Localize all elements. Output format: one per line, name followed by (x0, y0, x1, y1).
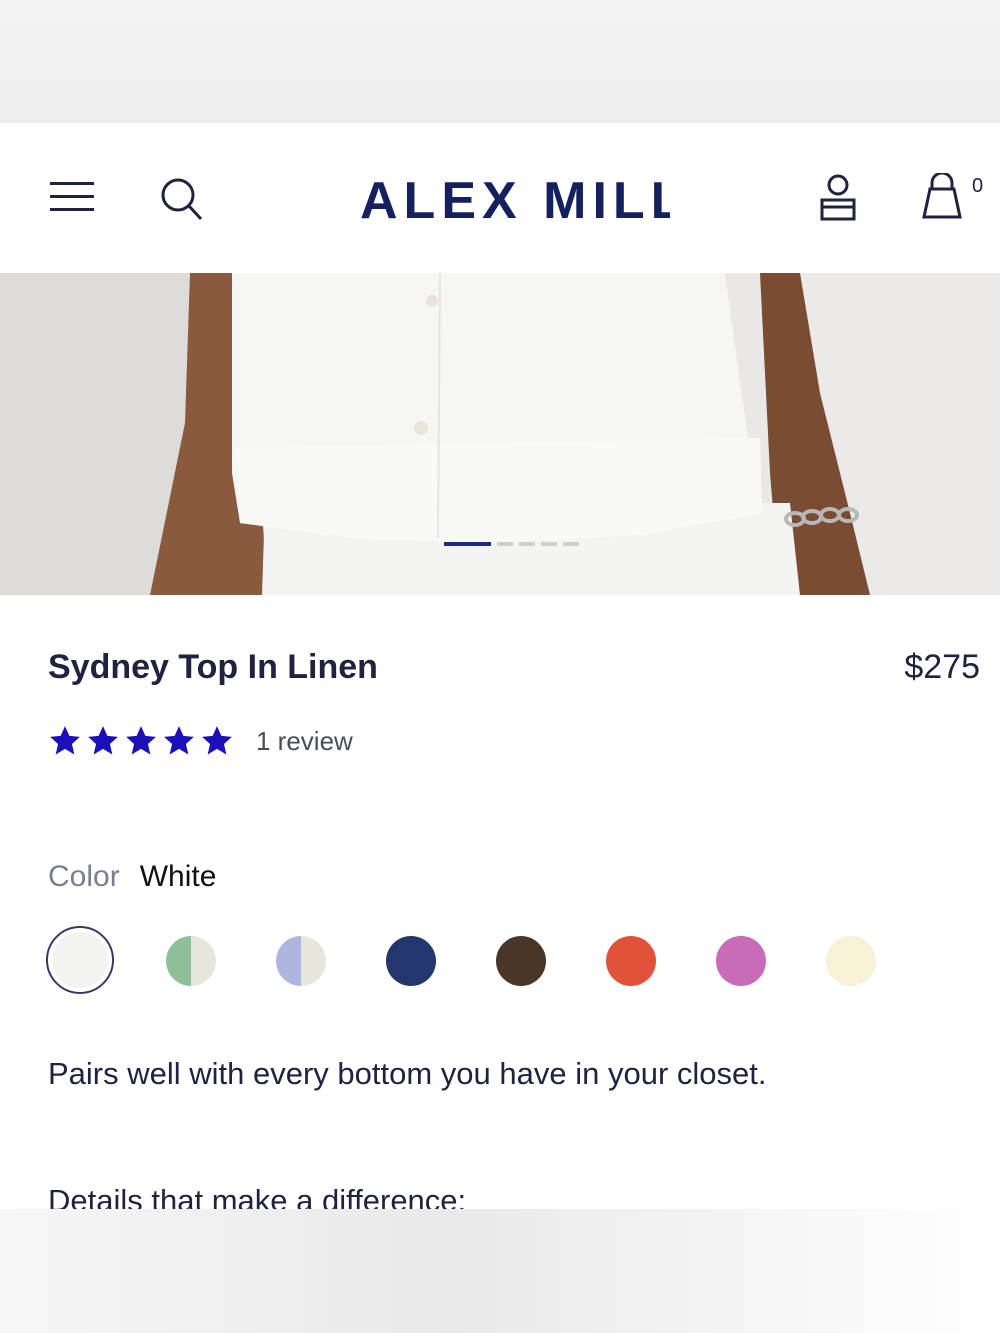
star-icon (164, 726, 194, 755)
star-icon (126, 726, 156, 755)
color-swatch[interactable] (606, 936, 656, 986)
account-icon[interactable] (818, 173, 858, 221)
star-icon (202, 726, 232, 755)
color-swatch[interactable] (386, 936, 436, 986)
carousel-dot[interactable] (497, 542, 513, 546)
brand-logo[interactable]: ALEX MILL (360, 171, 670, 227)
color-swatch[interactable] (166, 936, 216, 986)
carousel-dot[interactable] (519, 542, 535, 546)
star-icon (88, 726, 118, 755)
shopping-bag-icon[interactable] (918, 173, 966, 221)
carousel-dot[interactable] (563, 542, 579, 546)
selected-color-value: White (139, 860, 217, 893)
color-swatch-selected[interactable] (46, 926, 114, 994)
color-swatch[interactable] (276, 936, 326, 986)
cart-count-badge[interactable]: 0 (972, 175, 983, 198)
product-title: Sydney Top In Linen (48, 648, 378, 686)
rating-stars (48, 724, 238, 758)
star-icon (50, 726, 80, 755)
product-image-carousel[interactable] (0, 273, 1000, 595)
color-swatch[interactable] (826, 936, 876, 986)
color-selector-label: Color White (48, 860, 216, 894)
search-icon[interactable] (158, 175, 206, 223)
review-count-link[interactable]: 1 review (256, 726, 353, 757)
carousel-dot-active[interactable] (444, 542, 491, 546)
carousel-dot[interactable] (541, 542, 557, 546)
bottom-background (0, 1209, 1000, 1333)
product-rating[interactable]: 1 review (48, 724, 353, 758)
color-swatches (46, 926, 926, 996)
color-swatch[interactable] (716, 936, 766, 986)
site-header: ALEX MILL 0 (0, 123, 1000, 273)
product-description: Pairs well with every bottom you have in… (48, 1056, 767, 1091)
color-swatch[interactable] (496, 936, 546, 986)
hamburger-menu-icon[interactable] (50, 180, 96, 214)
top-background (0, 0, 1000, 123)
product-price: $275 (904, 648, 980, 686)
carousel-pagination (444, 541, 579, 547)
brand-logo-text: ALEX MILL (360, 172, 670, 227)
color-label: Color (48, 860, 120, 893)
details-heading: Details that make a difference: (48, 1183, 467, 1209)
